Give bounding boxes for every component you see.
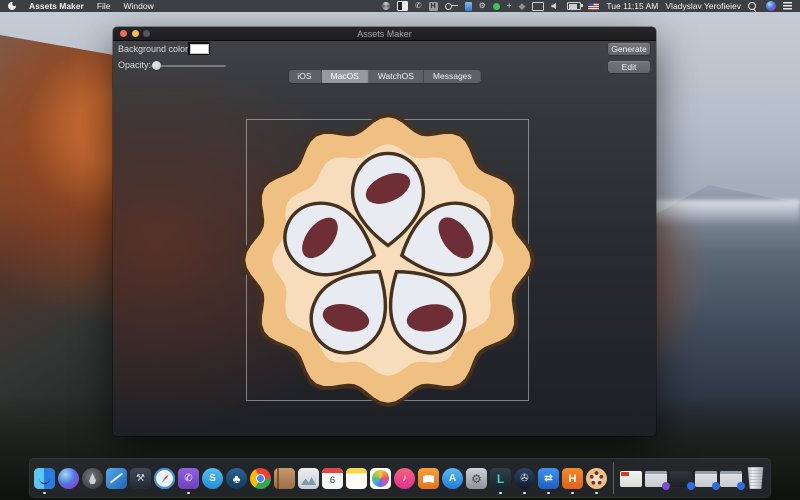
app-badge-icon [687, 482, 695, 490]
apple-menu-icon[interactable] [8, 2, 16, 10]
app-badge-icon [737, 482, 745, 490]
document-status-icon[interactable] [465, 2, 472, 11]
window-titlebar[interactable]: Assets Maker [113, 27, 656, 41]
viber-badge-icon [662, 482, 670, 490]
calendar-dock-icon[interactable]: 6 [322, 468, 343, 489]
minimize-button[interactable] [132, 30, 139, 37]
viber-status-icon[interactable]: ✆ [415, 2, 422, 10]
minimized-app-window-thumbnail[interactable] [720, 471, 742, 487]
menu-bar: Assets Maker File Window ✆ H ⚙ + ◆ Tue 1… [0, 0, 800, 12]
itunes-dock-icon[interactable]: ♪ [394, 468, 415, 489]
green-dot-status-icon[interactable] [493, 3, 500, 10]
tab-ios[interactable]: iOS [288, 70, 321, 83]
spotlight-search-icon[interactable] [748, 2, 756, 10]
background-color-well[interactable] [188, 42, 210, 55]
l-app-dock-icon[interactable]: L [490, 468, 511, 489]
time-machine-status-icon[interactable] [382, 2, 390, 10]
volume-icon[interactable] [551, 3, 556, 10]
edit-button[interactable]: Edit [608, 61, 650, 73]
minimized-document-thumbnail[interactable] [620, 471, 642, 487]
menu-file[interactable]: File [97, 1, 111, 11]
siri-dock-icon[interactable] [58, 468, 79, 489]
gear-status-icon[interactable]: ⚙ [479, 2, 486, 10]
menu-window[interactable]: Window [124, 1, 154, 11]
minimized-terminal-window-thumbnail[interactable] [670, 471, 692, 487]
shield-status-icon[interactable]: ◆ [518, 2, 525, 11]
zoom-button[interactable] [143, 30, 150, 37]
background-color-label: Background color: [118, 44, 191, 54]
close-button[interactable] [120, 30, 127, 37]
assets-maker-window: Assets Maker Background color: Opacity: … [113, 27, 656, 436]
viber-dock-icon[interactable]: ✆ [178, 468, 199, 489]
notification-center-icon[interactable] [783, 2, 792, 10]
chrome-dock-icon[interactable] [250, 468, 271, 489]
safari-dock-icon[interactable] [154, 468, 175, 489]
contacts-dock-icon[interactable] [274, 468, 295, 489]
system-preferences-dock-icon[interactable]: ⚙ [466, 468, 487, 489]
cocoa-pod-artwork [241, 113, 535, 407]
photos-dock-icon[interactable] [370, 468, 391, 489]
app-store-dock-icon[interactable]: A [442, 468, 463, 489]
siri-icon[interactable] [766, 1, 776, 11]
tab-messages[interactable]: Messages [424, 70, 481, 83]
trash-dock-icon[interactable] [747, 467, 764, 489]
key-status-icon[interactable] [445, 3, 452, 10]
crosshair-status-icon[interactable]: + [507, 2, 512, 10]
opacity-label: Opacity: [118, 60, 151, 70]
platform-segmented-control: iOS MacOS WatchOS Messages [288, 70, 480, 83]
input-language-flag-icon[interactable] [588, 3, 599, 10]
display-status-icon[interactable] [397, 1, 408, 11]
minimized-viber-window-thumbnail[interactable] [645, 471, 667, 487]
preview-dock-icon[interactable] [298, 468, 319, 489]
ibooks-dock-icon[interactable] [418, 468, 439, 489]
h-app-status-icon[interactable]: H [429, 2, 438, 11]
window-content: Background color: Opacity: Generate Edit… [113, 41, 656, 436]
battery-icon[interactable] [567, 2, 581, 10]
blueprint-app-dock-icon[interactable] [106, 468, 127, 489]
app-badge-icon [712, 482, 720, 490]
opacity-slider[interactable] [150, 61, 226, 71]
sourcetree-dock-icon[interactable]: ♣ [226, 468, 247, 489]
menu-app-name[interactable]: Assets Maker [29, 1, 84, 11]
window-title: Assets Maker [113, 29, 656, 39]
tab-macos[interactable]: MacOS [322, 70, 369, 83]
minimized-app-window-thumbnail[interactable] [695, 471, 717, 487]
tab-watchos[interactable]: WatchOS [369, 70, 424, 83]
dock-divider [613, 462, 614, 494]
skype-dock-icon[interactable]: S [202, 468, 223, 489]
color-swatch [190, 44, 209, 54]
icon-preview-canvas[interactable] [246, 119, 529, 401]
xcode-dock-icon[interactable]: ⚒ [130, 468, 151, 489]
menu-user-name[interactable]: Vladyslav Yerofieiev [665, 1, 741, 11]
launchpad-dock-icon[interactable] [82, 468, 103, 489]
slider-knob[interactable] [152, 61, 161, 70]
notes-dock-icon[interactable] [346, 468, 367, 489]
generate-button[interactable]: Generate [608, 43, 650, 55]
assets-maker-dock-icon[interactable] [586, 468, 607, 489]
h-app-dock-icon[interactable]: H [562, 468, 583, 489]
menu-clock[interactable]: Tue 11:15 AM [606, 1, 658, 11]
steam-dock-icon[interactable]: ✇ [514, 468, 535, 489]
airplay-display-icon[interactable] [532, 2, 544, 11]
slider-track[interactable] [150, 65, 226, 67]
teamviewer-dock-icon[interactable]: ⇄ [538, 468, 559, 489]
finder-dock-icon[interactable] [34, 468, 55, 489]
dock: ⚒ ✆ S ♣ 6 ♪ A ⚙ L ✇ ⇄ H [29, 458, 771, 498]
